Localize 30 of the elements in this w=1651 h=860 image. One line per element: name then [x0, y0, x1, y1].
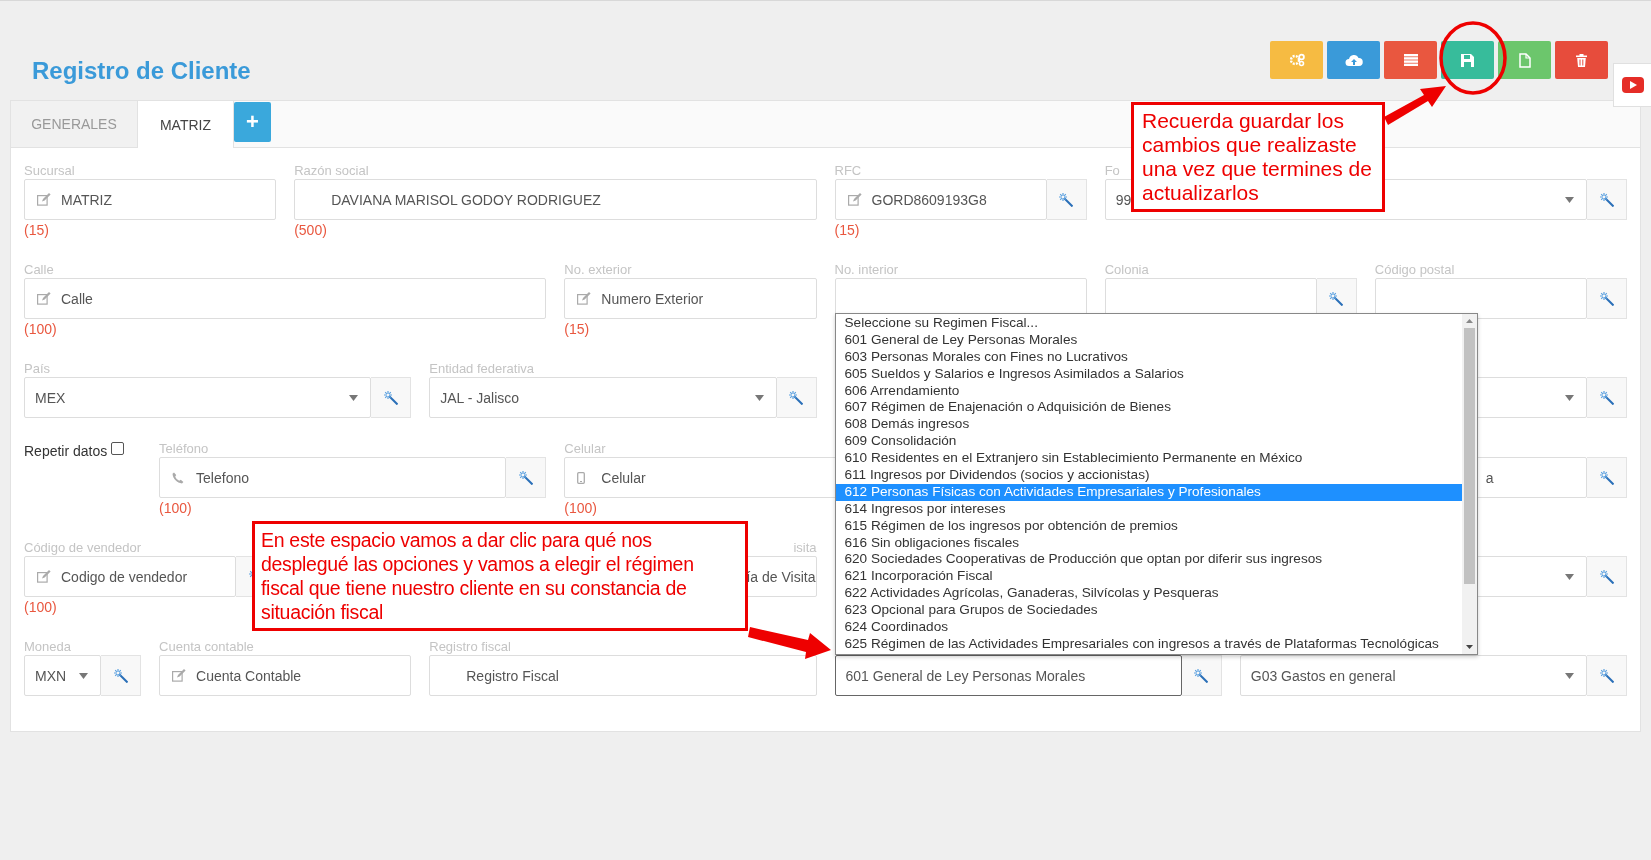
character-counter: (15) [24, 222, 49, 238]
field-label: Razón social [294, 163, 369, 178]
field-label: Registro fiscal [429, 639, 511, 654]
field-label: Fo [1104, 163, 1120, 178]
field-label: isita [793, 540, 817, 555]
field-label: Calle [24, 262, 54, 277]
field-label: Entidad federativa [429, 361, 535, 376]
character-counter: (100) [24, 321, 57, 337]
field-label: Código postal [1374, 262, 1455, 277]
field-label: No. interior [834, 262, 899, 277]
field-label: Colonia [1104, 262, 1149, 277]
callout-tooltip: Recuerda guardar los cambios que realizaste una vez que termines de actualizarlos [1131, 102, 1385, 212]
character-counter: (100) [24, 599, 57, 615]
field-label: Sucursal [24, 163, 75, 178]
field-label: Moneda [24, 639, 71, 654]
field-label: Cuenta contable [159, 639, 254, 654]
field-label: No. exterior [564, 262, 632, 277]
character-counter: (500) [294, 222, 327, 238]
character-counter: (100) [564, 500, 597, 516]
field-label: Celular [564, 441, 606, 456]
field-label: Código de vendedor [24, 540, 142, 555]
character-counter: (15) [564, 321, 590, 337]
field-label: RFC [834, 163, 862, 178]
page-title: Registro de Cliente [32, 57, 251, 85]
field-label: País [24, 361, 50, 376]
checkbox-label: Repetir datos [24, 443, 108, 459]
field-label: Teléfono [159, 441, 209, 456]
callout-tooltip: En este espacio vamos a dar clic para qué nos desplegué las opciones y vamos a elegir el régimen fiscal que tiene nuestro cliente en su constancia de situación fiscal [252, 521, 748, 631]
character-counter: (100) [159, 500, 192, 516]
character-counter: (15) [834, 222, 860, 238]
